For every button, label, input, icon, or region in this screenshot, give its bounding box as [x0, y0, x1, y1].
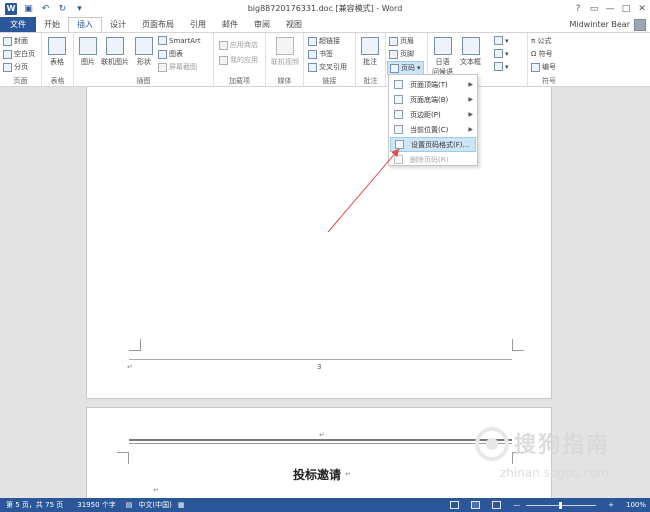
zoom-slider[interactable] [526, 501, 597, 509]
proofing-icon[interactable]: ▤ [126, 501, 133, 509]
zoom-out-icon[interactable]: — [513, 501, 520, 509]
language-indicator[interactable]: 中文(中国) [138, 500, 171, 510]
annotation-arrow [327, 148, 400, 233]
read-mode-icon[interactable] [450, 501, 460, 509]
zoom-slider-thumb[interactable] [559, 501, 563, 509]
zoom-in-icon[interactable]: + [608, 501, 614, 509]
web-layout-icon[interactable] [492, 501, 502, 509]
zoom-level[interactable]: 100% [626, 501, 646, 509]
status-bar: 第 5 页，共 75 页 31950 个字 ▤ 中文(中国) ▦ — + 100… [0, 498, 650, 512]
page-indicator[interactable]: 第 5 页，共 75 页 [6, 500, 63, 510]
macro-icon[interactable]: ▦ [178, 501, 185, 509]
status-right: — + 100% [444, 498, 646, 512]
print-layout-icon[interactable] [471, 501, 481, 509]
word-count[interactable]: 31950 个字 [77, 500, 116, 510]
